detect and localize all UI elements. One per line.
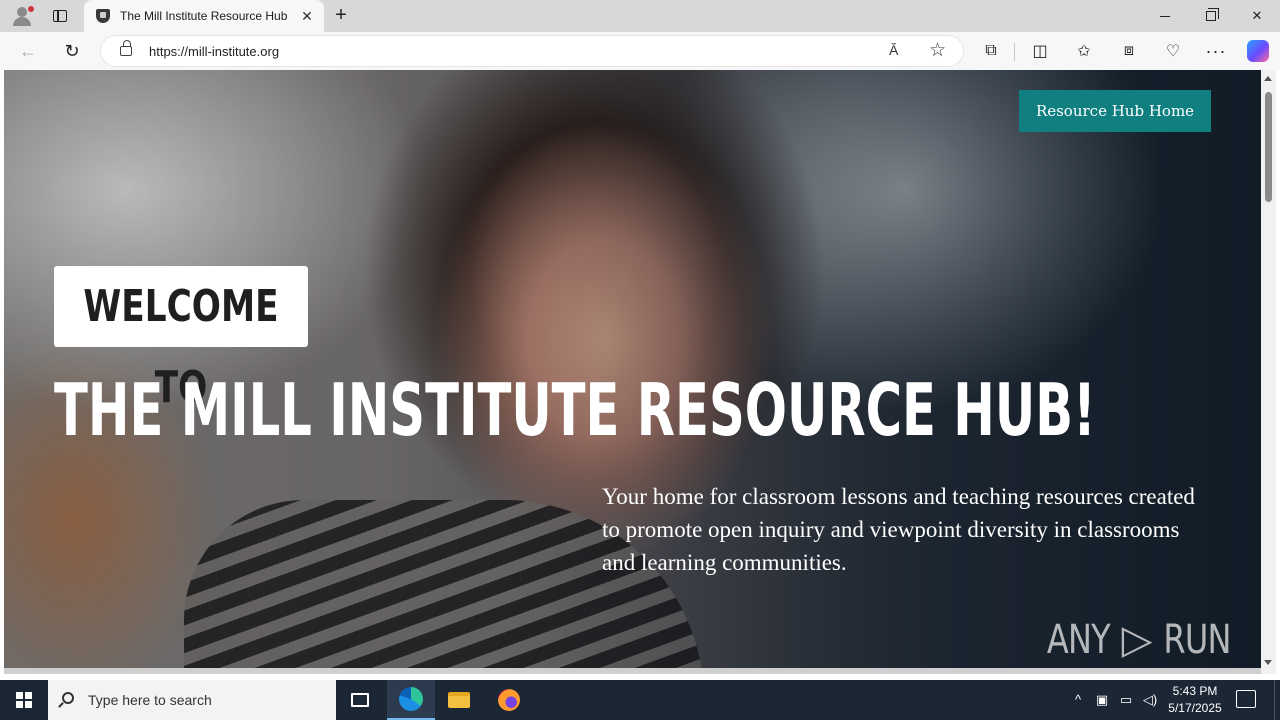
browser-toolbar: ← ↻ https://mill-institute.org Ă ☆ ⧉ ◫ … (0, 32, 1280, 70)
lock-icon[interactable] (120, 40, 132, 56)
star-icon[interactable]: ☆ (929, 39, 946, 62)
task-view-icon[interactable] (336, 680, 384, 720)
vertical-scrollbar[interactable] (1261, 70, 1276, 674)
show-desktop-button[interactable] (1274, 680, 1280, 720)
windows-start-icon[interactable] (0, 680, 48, 720)
taskbar: Type here to search ^ ▣ ▭ ◁) 5:43 PM 5/1… (0, 680, 1280, 720)
watermark-right: RUN (1163, 617, 1232, 663)
tab-actions-icon[interactable] (48, 6, 72, 26)
play-icon: ▷ (1121, 617, 1153, 663)
search-placeholder[interactable]: Type here to search (88, 692, 212, 708)
resource-hub-home-button[interactable]: Resource Hub Home (1019, 90, 1211, 132)
scroll-up-arrow-icon[interactable] (1264, 76, 1272, 81)
minimize-button[interactable] (1142, 0, 1188, 32)
url-text[interactable]: https://mill-institute.org (149, 44, 279, 59)
toolbar-divider (1014, 43, 1015, 61)
chevron-up-icon[interactable]: ^ (1068, 690, 1088, 710)
notification-icon[interactable] (1236, 690, 1256, 708)
horizontal-scrollbar[interactable] (4, 668, 1261, 674)
split-screen-icon[interactable]: ◫ (1028, 39, 1052, 63)
search-icon (62, 692, 74, 704)
welcome-heading: WELCOME TO (83, 281, 279, 413)
read-aloud-icon[interactable]: Ă (889, 42, 898, 58)
page-title: THE MILL INSTITUTE RESOURCE HUB! (54, 368, 1096, 452)
more-icon[interactable]: ··· (1204, 39, 1228, 63)
window-close-button[interactable]: ✕ (1234, 0, 1280, 32)
close-icon[interactable]: ✕ (298, 7, 316, 25)
clock-date: 5/17/2025 (1168, 701, 1222, 715)
meet-now-icon[interactable]: ▣ (1092, 690, 1112, 710)
copilot-icon[interactable] (1246, 39, 1270, 63)
site-favicon-icon (96, 9, 110, 23)
anyrun-watermark: ANY ▷ RUN (1039, 610, 1239, 668)
browser-tabstrip: The Mill Institute Resource Hub ✕ + ✕ (0, 0, 1280, 32)
taskbar-search[interactable]: Type here to search (48, 680, 336, 720)
puzzle-icon[interactable]: ⧉ (979, 39, 1003, 63)
plus-icon[interactable]: + (330, 5, 352, 27)
reload-icon[interactable]: ↻ (58, 37, 86, 65)
back-arrow-icon[interactable]: ← (14, 37, 42, 65)
system-clock[interactable]: 5:43 PM 5/17/2025 (1166, 683, 1224, 717)
watermark-left: ANY (1046, 617, 1111, 663)
welcome-box: WELCOME TO (54, 266, 308, 413)
network-icon[interactable]: ▭ (1116, 690, 1136, 710)
browser-tab[interactable]: The Mill Institute Resource Hub ✕ (84, 0, 324, 32)
scroll-down-arrow-icon[interactable] (1264, 660, 1272, 665)
tab-title: The Mill Institute Resource Hub (120, 9, 288, 23)
clock-time: 5:43 PM (1172, 684, 1218, 698)
volume-icon[interactable]: ◁) (1140, 690, 1160, 710)
favorites-icon[interactable]: ✩ (1072, 39, 1096, 63)
heart-pulse-icon[interactable]: ♡ (1161, 39, 1185, 63)
hero-description: Your home for classroom lessons and teac… (602, 484, 1195, 575)
edge-icon[interactable] (387, 680, 435, 720)
file-explorer-icon[interactable] (435, 680, 483, 720)
collections-icon[interactable]: ⧈ (1117, 39, 1141, 63)
profile-icon[interactable] (8, 4, 36, 28)
firefox-icon[interactable] (485, 680, 533, 720)
restore-button[interactable] (1188, 0, 1234, 32)
address-bar[interactable]: https://mill-institute.org Ă ☆ (100, 35, 964, 67)
hero-section: Resource Hub Home WELCOME TO THE MILL IN… (4, 70, 1261, 668)
scroll-thumb[interactable] (1265, 92, 1272, 202)
